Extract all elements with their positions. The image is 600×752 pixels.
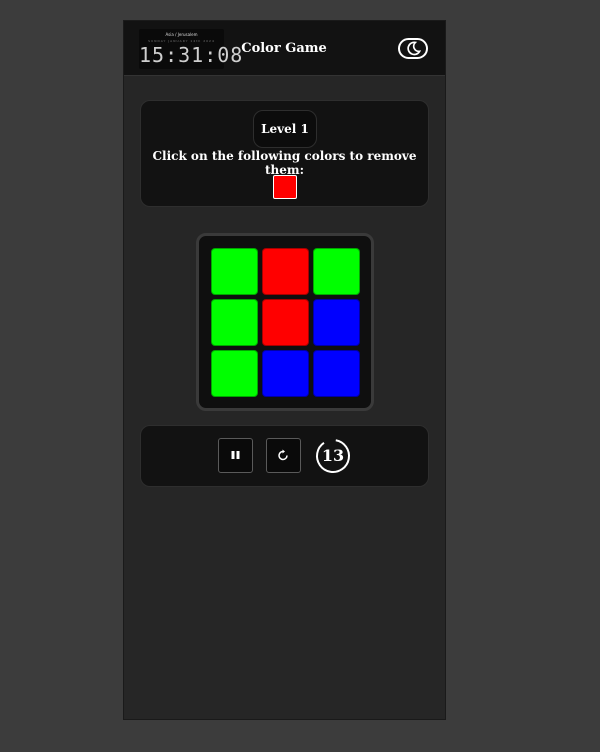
app-title: Color Game — [241, 41, 327, 56]
moon-icon — [407, 41, 421, 56]
pause-button[interactable] — [218, 438, 253, 473]
clock-timezone: Asia / Jerusalem — [165, 32, 198, 37]
timer-value: 13 — [321, 446, 345, 465]
game-window: Asia / Jerusalem SUNDAY JANUARY 14th 202… — [123, 20, 446, 720]
color-tile[interactable] — [262, 248, 309, 295]
color-tile[interactable] — [211, 350, 258, 397]
digital-clock: Asia / Jerusalem SUNDAY JANUARY 14th 202… — [139, 29, 244, 69]
instruction-text: Click on the following colors to remove … — [152, 149, 417, 177]
controls-panel: 13 — [140, 425, 429, 487]
countdown-timer: 13 — [315, 438, 351, 474]
color-tile[interactable] — [313, 248, 360, 295]
color-tile[interactable] — [262, 299, 309, 346]
color-tile[interactable] — [313, 350, 360, 397]
game-board — [196, 233, 374, 411]
app-header: Asia / Jerusalem SUNDAY JANUARY 14th 202… — [124, 21, 445, 76]
theme-toggle-button[interactable] — [398, 38, 428, 59]
restart-button[interactable] — [266, 438, 301, 473]
restart-icon — [278, 449, 288, 461]
color-tile[interactable] — [211, 248, 258, 295]
pause-icon — [231, 451, 240, 459]
color-tile[interactable] — [211, 299, 258, 346]
target-color-swatch — [273, 175, 297, 199]
clock-time: 15:31:08 — [139, 43, 244, 67]
color-tile[interactable] — [313, 299, 360, 346]
color-tile[interactable] — [262, 350, 309, 397]
level-panel: Level 1 Click on the following colors to… — [140, 100, 429, 207]
level-badge: Level 1 — [253, 110, 317, 148]
